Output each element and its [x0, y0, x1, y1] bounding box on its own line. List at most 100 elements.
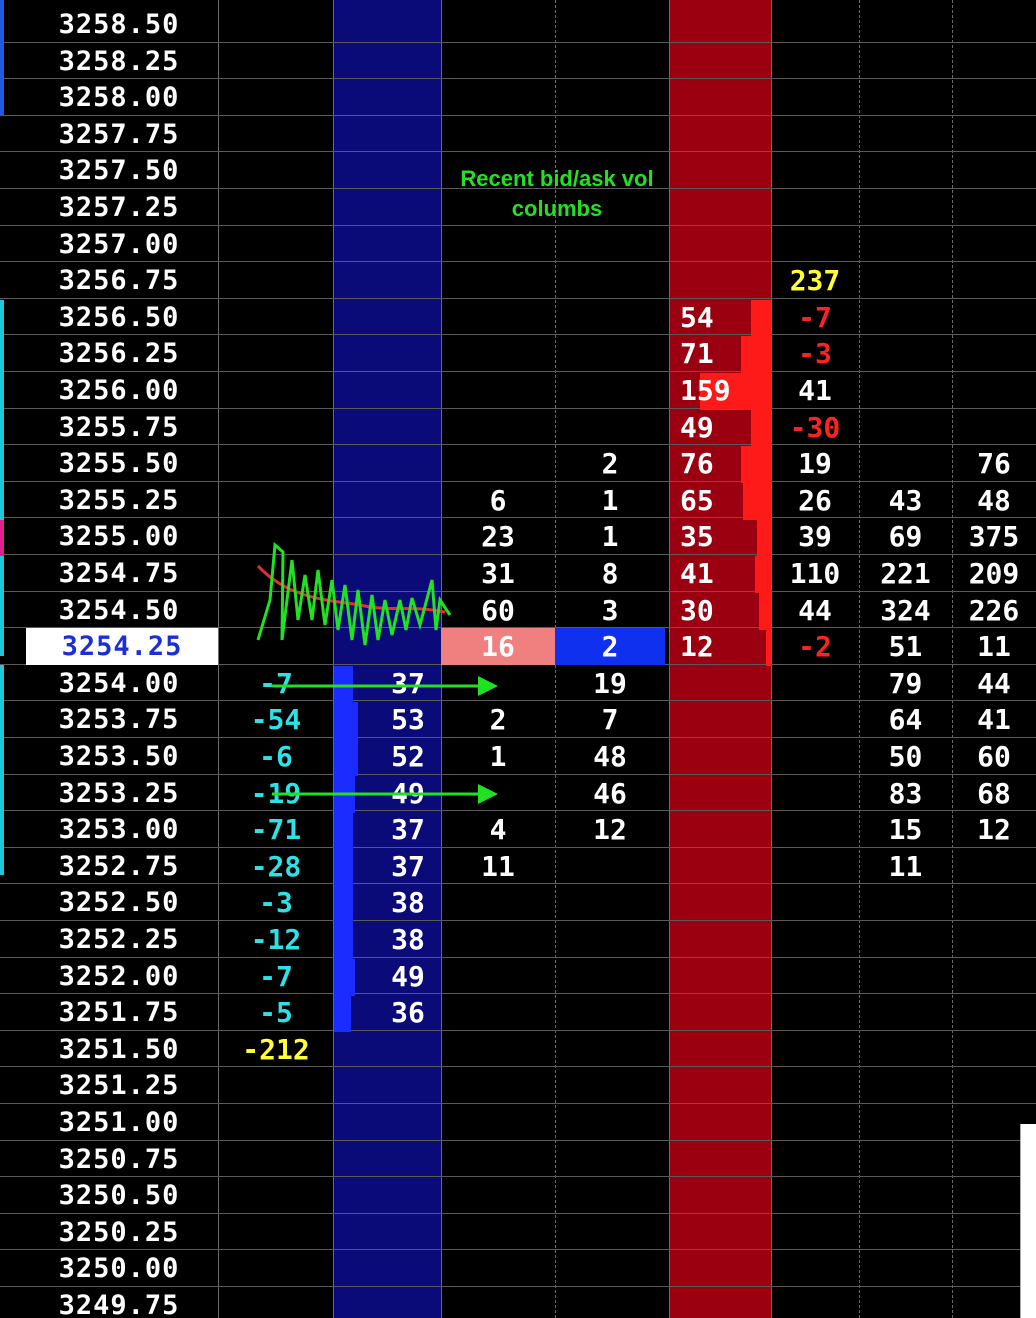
price-cell[interactable]: 3257.00: [20, 226, 218, 263]
price-cell[interactable]: 3258.50: [20, 6, 218, 43]
price-cell[interactable]: 3253.25: [20, 775, 218, 812]
ask-delta-cell: 19: [798, 447, 832, 481]
recent-bid-volume-cell: 23: [481, 520, 515, 554]
price-cell[interactable]: 3255.75: [20, 409, 218, 446]
price-cell[interactable]: 3256.75: [20, 262, 218, 299]
price-cell[interactable]: 3251.25: [20, 1067, 218, 1104]
price-cell[interactable]: 3254.75: [20, 555, 218, 592]
annotation-line-1: Recent bid/ask vol: [460, 166, 654, 191]
bid-size-bar: [334, 995, 351, 1033]
price-cell[interactable]: 3249.75: [20, 1287, 218, 1318]
recent-bid-volume-cell: 4: [489, 813, 507, 847]
recent-ask-volume-cell: 19: [593, 666, 627, 700]
volume-column-h-cell: 48: [977, 483, 1011, 517]
recent-ask-volume-cell: 7: [601, 703, 619, 737]
price-cell[interactable]: 3251.00: [20, 1104, 218, 1141]
price-cell[interactable]: 3256.50: [20, 299, 218, 336]
ask-size-cell: 54: [680, 300, 714, 334]
ask-delta-cell: -2: [798, 630, 832, 664]
bid-delta-cell: -71: [250, 813, 302, 847]
bid-delta-cell: -19: [250, 776, 302, 810]
price-cell[interactable]: 3257.25: [20, 189, 218, 226]
ask-size-bar: [759, 592, 771, 630]
recent-bid-volume-cell: 16: [441, 628, 555, 666]
bid-column-background: [333, 0, 441, 1318]
left-edge-marker: [0, 300, 4, 520]
bid-delta-cell: -12: [250, 923, 302, 956]
price-cell[interactable]: 3252.50: [20, 884, 218, 921]
ask-size-cell: 30: [680, 593, 714, 627]
volume-column-g-cell: 83: [888, 776, 923, 810]
price-cell[interactable]: 3252.00: [20, 958, 218, 995]
price-cell[interactable]: 3253.00: [20, 811, 218, 848]
ask-delta-cell: 237: [789, 264, 841, 298]
volume-column-h-cell: 60: [977, 740, 1011, 773]
price-cell[interactable]: 3251.75: [20, 994, 218, 1031]
ask-size-cell: 49: [680, 410, 714, 444]
price-cell[interactable]: 3251.50: [20, 1031, 218, 1068]
column-divider: [218, 0, 219, 1318]
volume-column-h-cell: 41: [977, 703, 1011, 737]
price-cell[interactable]: 3255.00: [20, 518, 218, 555]
annotation-text: Recent bid/ask vol columbs: [444, 164, 670, 224]
bid-size-bar: [334, 812, 353, 850]
ask-delta-cell: 41: [798, 374, 832, 407]
price-cell[interactable]: 3255.25: [20, 482, 218, 519]
price-cell[interactable]: 3250.25: [20, 1214, 218, 1251]
price-cell[interactable]: 3256.25: [20, 335, 218, 372]
bid-delta-cell: -7: [259, 959, 293, 993]
bid-size-bar: [334, 958, 355, 996]
ask-size-cell: 12: [680, 630, 714, 664]
recent-ask-volume-cell: 2: [601, 447, 619, 481]
volume-column-h-cell: 44: [977, 666, 1011, 700]
recent-bid-volume-cell: 11: [481, 849, 515, 883]
price-cell[interactable]: 3252.25: [20, 921, 218, 958]
annotation-line-2: columbs: [511, 196, 603, 221]
bid-size-cell: 49: [391, 776, 425, 810]
price-cell[interactable]: 3257.75: [20, 116, 218, 153]
price-cell[interactable]: 3255.50: [20, 445, 218, 482]
recent-ask-volume-cell: 1: [601, 520, 619, 554]
bid-size-bar: [334, 848, 353, 886]
left-edge-marker: [0, 665, 4, 875]
recent-bid-volume-cell: 60: [481, 593, 515, 627]
volume-column-g-cell: 51: [888, 630, 923, 664]
bid-size-bar: [334, 665, 353, 703]
column-divider: [333, 0, 334, 1318]
price-cell[interactable]: 3258.25: [20, 43, 218, 80]
price-cell[interactable]: 3254.50: [20, 592, 218, 629]
ask-delta-cell: 110: [789, 557, 841, 590]
bid-size-cell: 37: [391, 666, 425, 700]
current-price-cell[interactable]: 3254.25: [26, 628, 218, 666]
price-cell[interactable]: 3253.75: [20, 701, 218, 738]
bid-delta-cell: -6: [259, 740, 293, 773]
price-cell[interactable]: 3258.00: [20, 79, 218, 116]
dom-ladder: 3258.50 3258.25 3258.00 3257.75 3257.50 3257.…: [0, 0, 1036, 1318]
price-cell[interactable]: 3250.00: [20, 1250, 218, 1287]
bid-size-cell: 38: [391, 886, 425, 920]
volume-column-h-cell: 209: [968, 557, 1020, 590]
volume-column-g-cell: 64: [888, 703, 923, 737]
scrollbar[interactable]: [1020, 1124, 1036, 1318]
price-cell[interactable]: 3252.75: [20, 848, 218, 885]
price-cell[interactable]: 3250.50: [20, 1177, 218, 1214]
left-edge-marker: [0, 556, 4, 656]
price-cell[interactable]: 3256.00: [20, 372, 218, 409]
volume-column-h-cell: 375: [968, 520, 1020, 554]
bid-size-bar: [334, 775, 355, 813]
recent-ask-volume-cell: 46: [593, 776, 627, 810]
bid-delta-cell: -28: [250, 849, 302, 883]
recent-ask-volume-cell: 3: [601, 593, 619, 627]
price-cell[interactable]: 3257.50: [20, 152, 218, 189]
ask-delta-cell: -30: [789, 410, 841, 444]
price-cell[interactable]: 3250.75: [20, 1141, 218, 1178]
volume-column-h-cell: 11: [977, 630, 1011, 664]
recent-ask-volume-cell: 48: [593, 740, 627, 773]
price-cell[interactable]: 3254.00: [20, 665, 218, 702]
volume-column-g-cell: 79: [888, 666, 923, 700]
price-cell[interactable]: 3253.50: [20, 738, 218, 775]
bid-delta-cell: -7: [259, 666, 293, 700]
ask-size-cell: 35: [680, 520, 714, 554]
ask-delta-cell: 26: [798, 483, 832, 517]
bid-size-cell: 38: [391, 923, 425, 956]
